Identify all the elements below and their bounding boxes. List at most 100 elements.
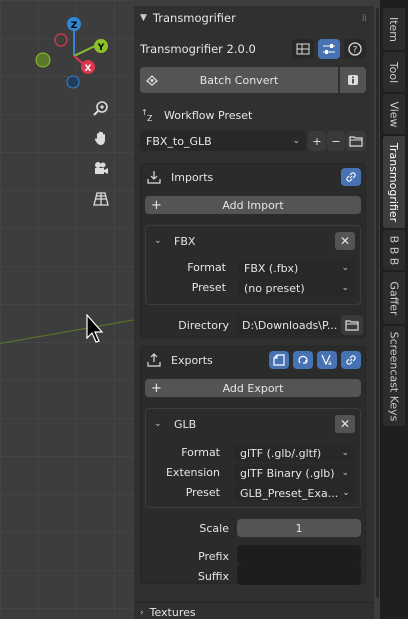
- suffix-field[interactable]: [237, 565, 361, 585]
- extension-value: glTF Binary (.glb): [240, 466, 335, 480]
- camera-icon[interactable]: [89, 156, 113, 180]
- chevron-down-icon[interactable]: ⌄: [154, 419, 162, 429]
- export-preset-dropdown[interactable]: GLB_Preset_Exa... ⌄: [234, 484, 355, 502]
- gizmo-x-label: X: [85, 64, 92, 74]
- add-export-button[interactable]: + Add Export: [145, 379, 361, 397]
- fbx-import-item: ⌄ FBX ✕ Format FBX (.fbx) ⌄ Preset (no pr…: [145, 225, 361, 305]
- textures-header[interactable]: › Textures: [134, 602, 374, 619]
- export-format-dropdown[interactable]: glTF (.glb/.gltf) ⌄: [234, 444, 355, 462]
- workflow-preset-value: FBX_to_GLB: [146, 134, 212, 148]
- plus-icon: +: [151, 380, 162, 396]
- panel-header[interactable]: ▼ Transmogrifier ⁞⁞: [134, 6, 374, 30]
- import-format-dropdown[interactable]: FBX (.fbx) ⌄: [238, 259, 355, 277]
- import-item-title: FBX: [174, 235, 196, 248]
- suffix-label: Suffix: [197, 570, 229, 583]
- link-icon[interactable]: [341, 168, 361, 186]
- svg-text:?: ?: [353, 46, 358, 56]
- prefix-label: Prefix: [198, 550, 229, 563]
- import-preset-dropdown[interactable]: (no preset) ⌄: [238, 279, 355, 297]
- directory-label: Directory: [178, 319, 229, 332]
- export-preset-value: GLB_Preset_Exa...: [240, 486, 339, 500]
- svg-text:a: a: [328, 360, 332, 366]
- scale-value: 1: [295, 521, 303, 535]
- workflow-preset-label: Workflow Preset: [164, 108, 253, 122]
- tab-bbb[interactable]: B B B: [383, 230, 405, 270]
- import-preset-value: (no preset): [244, 281, 305, 295]
- link-icon[interactable]: [341, 351, 361, 369]
- x-axis-line: [0, 308, 134, 344]
- scale-field[interactable]: 1: [237, 519, 361, 537]
- help-icon[interactable]: ?: [344, 39, 366, 59]
- extension-dropdown[interactable]: glTF Binary (.glb) ⌄: [234, 464, 355, 482]
- chevron-down-icon: ⌄: [341, 448, 349, 458]
- layout-icon[interactable]: [292, 39, 314, 59]
- remove-preset-button[interactable]: −: [327, 131, 345, 151]
- export-format-label: Format: [181, 446, 220, 459]
- textures-title: Textures: [149, 606, 196, 619]
- export-icon: [147, 353, 161, 367]
- scale-label: Scale: [199, 522, 229, 535]
- chevron-down-icon: ⌄: [342, 488, 350, 498]
- tab-transmogrifier[interactable]: Transmogrifier: [383, 136, 405, 228]
- tab-gaffer[interactable]: Gaffer: [383, 272, 405, 324]
- transmogrifier-panel: ▼ Transmogrifier ⁞⁞ Transmogrifier 2.0.0…: [134, 6, 374, 619]
- workflow-icon: ↑Z: [141, 108, 153, 123]
- imports-box: Imports + Add Import ⌄ FBX ✕ Format FBX …: [140, 163, 366, 338]
- export-mode-icon[interactable]: [269, 351, 289, 369]
- zoom-icon[interactable]: [89, 96, 113, 120]
- import-format-label: Format: [187, 261, 226, 274]
- plus-icon: +: [151, 197, 162, 213]
- chevron-down-icon: ⌄: [341, 468, 349, 478]
- workflow-preset-dropdown[interactable]: FBX_to_GLB ⌄: [140, 131, 306, 151]
- hand-icon[interactable]: [89, 126, 113, 150]
- export-item-title: GLB: [174, 418, 197, 431]
- export-preset-label: Preset: [185, 486, 220, 499]
- prefix-field[interactable]: [237, 545, 361, 565]
- tab-view[interactable]: View: [383, 94, 405, 134]
- chevron-down-icon: ⌄: [341, 263, 349, 273]
- close-icon[interactable]: ✕: [335, 232, 355, 250]
- navigation-gizmo[interactable]: Z Y X: [30, 14, 120, 94]
- gizmo-y-label: Y: [97, 43, 105, 53]
- sidebar-tabs: Item Tool View Transmogrifier B B B Gaff…: [380, 0, 408, 619]
- chevron-right-icon: ›: [140, 607, 144, 618]
- imports-title: Imports: [171, 170, 214, 184]
- shape-key-icon[interactable]: a: [317, 351, 337, 369]
- grid-icon[interactable]: [89, 187, 113, 211]
- export-format-value: glTF (.glb/.gltf): [240, 446, 322, 460]
- close-icon[interactable]: ✕: [335, 415, 355, 433]
- chevron-down-icon[interactable]: ▼: [140, 13, 147, 23]
- drag-grip-icon[interactable]: ⁞⁞: [362, 13, 367, 24]
- import-preset-label: Preset: [191, 281, 226, 294]
- directory-value: D:\Downloads\P...: [242, 318, 338, 332]
- folder-icon[interactable]: [341, 315, 363, 335]
- exports-box: Exports a + Add Export ⌄ GLB ✕ Format gl…: [140, 346, 366, 585]
- info-icon[interactable]: [340, 67, 366, 93]
- add-import-button[interactable]: + Add Import: [145, 196, 361, 214]
- exports-title: Exports: [171, 353, 213, 367]
- add-preset-button[interactable]: +: [308, 131, 326, 151]
- svg-text:Z: Z: [147, 114, 153, 123]
- cursor-icon: [86, 314, 104, 343]
- version-label: Transmogrifier 2.0.0: [140, 42, 256, 56]
- add-export-label: Add Export: [222, 381, 284, 395]
- tab-tool[interactable]: Tool: [383, 52, 405, 92]
- import-format-value: FBX (.fbx): [244, 261, 299, 275]
- tab-screencast-keys[interactable]: Screencast Keys: [383, 326, 405, 426]
- chevron-down-icon[interactable]: ⌄: [154, 236, 162, 246]
- directory-field[interactable]: D:\Downloads\P...: [237, 315, 339, 335]
- glb-export-item: ⌄ GLB ✕ Format glTF (.glb/.gltf) ⌄ Extens…: [145, 408, 361, 508]
- folder-icon[interactable]: [346, 131, 366, 151]
- batch-convert-label: Batch Convert: [199, 73, 279, 87]
- chevron-down-icon: ⌄: [292, 136, 300, 146]
- batch-convert-button[interactable]: Batch Convert: [140, 67, 338, 93]
- import-icon: [147, 171, 161, 184]
- tab-item[interactable]: Item: [383, 8, 405, 50]
- refresh-icon[interactable]: [293, 351, 313, 369]
- 3d-viewport[interactable]: Z Y X: [0, 0, 134, 619]
- batch-convert-icon: [146, 75, 158, 86]
- gizmo-z-label: Z: [71, 21, 78, 31]
- panel-scrollbar[interactable]: [376, 8, 379, 598]
- extension-label: Extension: [165, 466, 220, 479]
- settings-sliders-icon[interactable]: [318, 39, 340, 59]
